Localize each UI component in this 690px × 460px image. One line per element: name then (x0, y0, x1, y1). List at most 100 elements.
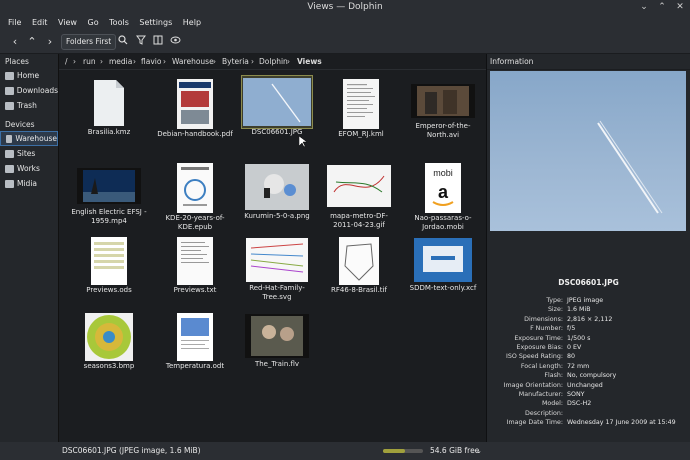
file-name: English Electric EFSJ - 1959.mp4 (71, 208, 147, 225)
breadcrumb-flavio[interactable]: flavio (141, 54, 161, 70)
file-item[interactable]: Debian-handbook.pdf (157, 78, 233, 139)
sidebar-item-home[interactable]: Home (0, 68, 58, 83)
chevron-right-icon: › (100, 57, 103, 66)
file-item[interactable]: RF46-8-Brasil.tif (321, 236, 397, 295)
info-file-name: DSC06601.JPG (558, 278, 619, 287)
file-item[interactable]: mapa-metro-DF-2011-04-23.gif (321, 162, 397, 230)
sidebar-item-downloads[interactable]: Downloads (0, 83, 58, 98)
free-space-text: 54.6 GiB free (430, 446, 480, 455)
text-thumbnail-icon (177, 237, 213, 285)
epub-thumbnail-icon (177, 163, 213, 213)
preview-eye-icon[interactable] (167, 34, 183, 50)
trash-icon (5, 101, 14, 110)
metadata-row: Manufacturer: SONY (518, 390, 585, 398)
map-thumbnail-icon (327, 165, 391, 207)
sidebar-item-label: Midia (17, 179, 37, 188)
file-item[interactable]: The_Train.flv (239, 312, 315, 369)
file-item[interactable]: SDDM-text-only.xcf (405, 236, 481, 293)
sidebar-item-label: Downloads (16, 86, 58, 95)
menu-file[interactable]: File (8, 15, 21, 30)
image-thumbnail-icon (241, 75, 313, 129)
menu-settings[interactable]: Settings (139, 15, 172, 30)
sidebar-item-trash[interactable]: Trash (0, 98, 58, 113)
metadata-row: Description: (525, 409, 563, 417)
metadata-row: Exposure Bias: 0 EV (516, 343, 582, 351)
mobi-thumbnail-icon: mobi a (425, 163, 461, 213)
metadata-row: Exposure Time: 1/500 s (514, 334, 591, 342)
toolbar: ‹ ⌃ › Folders First (0, 30, 690, 54)
pdf-thumbnail-icon (177, 79, 213, 129)
metadata-row: Model: DSC-H2 (541, 400, 592, 408)
file-name: Previews.txt (173, 286, 217, 294)
file-item[interactable]: mobi a Nao-passaras-o-Jordao.mobi (405, 162, 481, 232)
video-thumbnail-icon (77, 168, 141, 204)
breadcrumb: / › run › media › flavio › Warehouse › B… (59, 54, 487, 70)
breadcrumb-root[interactable]: / (65, 54, 68, 70)
sidebar-item-works[interactable]: Works (0, 161, 58, 176)
metadata-row: ISO Speed Rating: 80 (506, 353, 576, 361)
information-panel: Information DSC06601.JPG Type: JPEG image… (487, 54, 690, 442)
file-name: SDDM-text-only.xcf (409, 284, 477, 292)
maximize-button[interactable]: ⌃ (656, 1, 668, 14)
chevron-right-icon: › (73, 57, 76, 66)
chevron-down-icon[interactable]: ⌄ (476, 442, 482, 460)
split-view-icon[interactable] (150, 34, 166, 50)
file-name: Emperor-of-the-North.avi (415, 122, 471, 139)
file-item[interactable]: Kurumin-5-0-a.png (239, 162, 315, 221)
breadcrumb-media[interactable]: media (109, 54, 132, 70)
menu-view[interactable]: View (58, 15, 77, 30)
file-item[interactable]: EFOM_RJ.kml (323, 78, 399, 139)
file-item[interactable]: Temperatura.odt (157, 312, 233, 371)
breadcrumb-byteria[interactable]: Byteria (222, 54, 249, 70)
back-icon[interactable]: ‹ (7, 34, 23, 50)
menu-bar: File Edit View Go Tools Settings Help (0, 15, 690, 30)
file-item[interactable]: seasons3.bmp (71, 312, 147, 371)
file-name: EFOM_RJ.kml (338, 130, 384, 138)
file-name: Red-Hat-Family-Tree.svg (249, 284, 305, 301)
breadcrumb-views[interactable]: Views (297, 54, 322, 70)
filter-icon[interactable] (133, 34, 149, 50)
sidebar-item-midia[interactable]: Midia (0, 176, 58, 191)
image-thumbnail-icon (414, 238, 472, 282)
file-item[interactable]: Emperor-of-the-North.avi (405, 78, 481, 140)
up-icon[interactable]: ⌃ (24, 34, 40, 50)
sidebar-item-label: Trash (17, 101, 37, 110)
sidebar-item-label: Works (17, 164, 40, 173)
sidebar-item-warehouse[interactable]: Warehouse (0, 131, 58, 146)
status-bar: DSC06601.JPG (JPEG image, 1.6 MiB) 54.6 … (0, 442, 690, 460)
sidebar-item-sites[interactable]: Sites (0, 146, 58, 161)
svg-thumbnail-icon (246, 238, 308, 282)
file-item[interactable]: KDE-20-years-of-KDE.epub (157, 162, 233, 232)
menu-edit[interactable]: Edit (32, 15, 48, 30)
menu-go[interactable]: Go (88, 15, 99, 30)
file-item[interactable]: DSC06601.JPG (239, 75, 315, 147)
image-preview (490, 71, 686, 231)
breadcrumb-warehouse[interactable]: Warehouse (172, 54, 214, 70)
file-item[interactable]: Previews.txt (157, 236, 233, 295)
file-name: Temperatura.odt (165, 362, 225, 370)
drive-icon (6, 134, 13, 143)
menu-help[interactable]: Help (183, 15, 201, 30)
forward-icon[interactable]: › (42, 34, 58, 50)
file-item[interactable]: Brasilia.kmz (71, 78, 147, 137)
file-name: Brasilia.kmz (87, 128, 131, 136)
drive-icon (5, 164, 14, 173)
folders-first-button[interactable]: Folders First (61, 34, 117, 50)
file-item[interactable]: Red-Hat-Family-Tree.svg (239, 236, 315, 302)
breadcrumb-dolphin[interactable]: Dolphin (259, 54, 288, 70)
file-item[interactable]: English Electric EFSJ - 1959.mp4 (71, 164, 147, 226)
file-item[interactable]: Previews.ods (71, 236, 147, 295)
menu-tools[interactable]: Tools (109, 15, 129, 30)
chevron-right-icon: › (213, 57, 216, 66)
search-icon[interactable] (115, 34, 131, 50)
minimize-button[interactable]: ⌄ (638, 1, 650, 14)
title-bar: Views — Dolphin ⌄ ⌃ ✕ (0, 0, 690, 15)
devices-header: Devices (5, 120, 35, 129)
svg-text:a: a (438, 182, 449, 202)
sidebar-item-label: Warehouse (15, 134, 57, 143)
metadata-row: Focal Length: 72 mm (520, 362, 590, 370)
video-thumbnail-icon (411, 84, 475, 118)
metadata-row: Size: 1.6 MiB (547, 306, 591, 314)
breadcrumb-run[interactable]: run (83, 54, 96, 70)
close-button[interactable]: ✕ (674, 1, 686, 14)
